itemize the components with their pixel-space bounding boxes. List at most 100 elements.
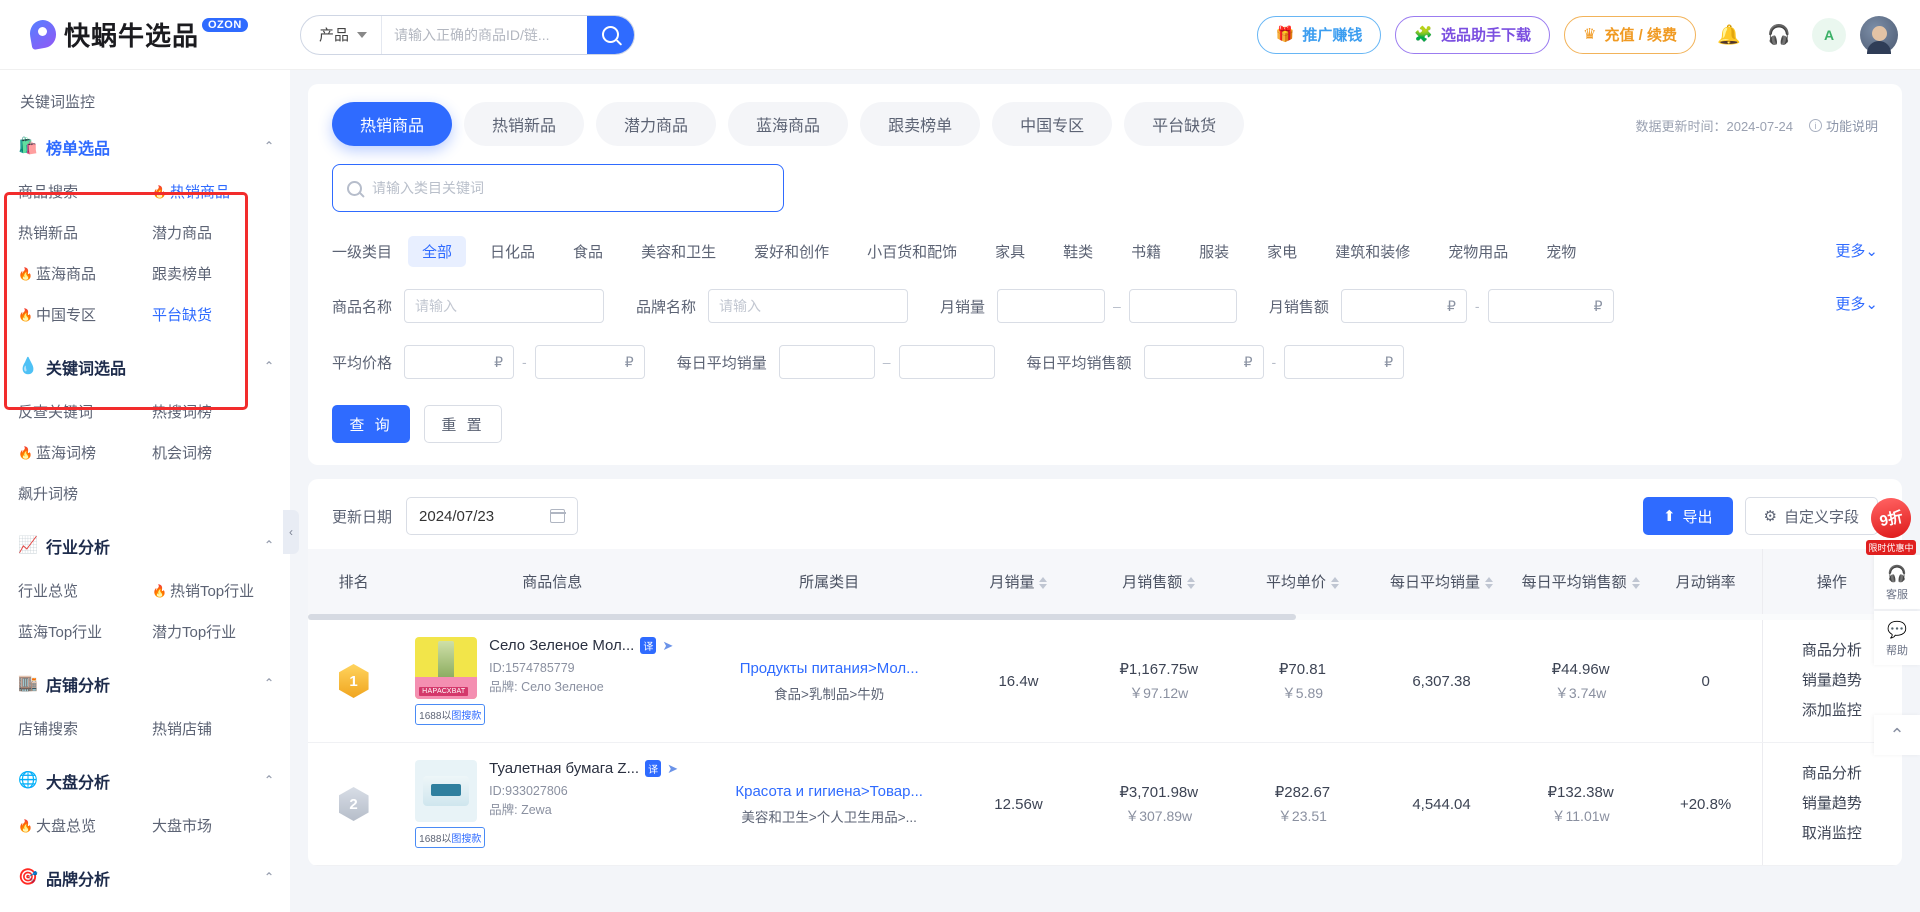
sidebar-item-hot-search-rank[interactable]: 热搜词榜: [152, 391, 280, 432]
recharge-button[interactable]: ♛ 充值 / 续费: [1564, 15, 1696, 54]
search-input[interactable]: [382, 15, 588, 54]
sort-icon[interactable]: [1485, 577, 1494, 590]
monthly-sales-max-input[interactable]: [1139, 290, 1226, 322]
sidebar-item-market-board[interactable]: 大盘市场: [152, 805, 280, 846]
sidebar-item-potential-products[interactable]: 潜力商品: [152, 212, 280, 253]
sort-icon[interactable]: [1039, 577, 1048, 590]
brand-name-input[interactable]: [719, 290, 898, 322]
tab-china-zone[interactable]: 中国专区: [992, 102, 1113, 146]
sidebar-item-potential-top-industry[interactable]: 潜力Top行业: [152, 611, 280, 652]
sidebar-item-market-overview[interactable]: 🔥 大盘总览: [18, 805, 146, 846]
sidebar-group-keyword-selection[interactable]: 💧 关键词选品 ⌃: [0, 343, 290, 391]
rail-item-help[interactable]: 💬 帮助: [1874, 611, 1920, 665]
headset-icon[interactable]: 🎧: [1762, 18, 1796, 52]
product-thumbnail[interactable]: НАРАСХВАТ: [415, 637, 478, 699]
sidebar-item-keyword-monitor[interactable]: 关键词监控: [0, 80, 290, 123]
tag-1688-image-search[interactable]: 1688以图搜款: [415, 827, 486, 848]
monthly-revenue-max-input[interactable]: [1498, 290, 1588, 322]
assistant-download-button[interactable]: 🧩 选品助手下载: [1395, 15, 1551, 54]
function-desc-link[interactable]: i 功能说明: [1808, 116, 1878, 135]
category-chip-pets[interactable]: 宠物: [1532, 236, 1590, 267]
category-chip-daily-chemicals[interactable]: 日化品: [476, 236, 549, 267]
search-type-select[interactable]: 产品: [301, 15, 383, 54]
category-chip-hobby-creation[interactable]: 爱好和创作: [740, 236, 843, 267]
tab-follow-sell-rank[interactable]: 跟卖榜单: [860, 102, 981, 146]
translate-badge[interactable]: 译: [645, 760, 662, 777]
sidebar-item-opportunity-word-rank[interactable]: 机会词榜: [152, 432, 280, 473]
promo-discount-badge[interactable]: 9折 限时优惠中: [1864, 494, 1918, 556]
tab-hot-products[interactable]: 热销商品: [332, 102, 453, 146]
chevron-up-icon[interactable]: ⌃: [264, 359, 274, 373]
sort-icon[interactable]: [1187, 577, 1196, 590]
category-chip-books[interactable]: 书籍: [1117, 236, 1175, 267]
back-to-top-button[interactable]: ⌃: [1874, 715, 1920, 755]
category-chip-appliances[interactable]: 家电: [1253, 236, 1311, 267]
category-keyword-input[interactable]: [372, 180, 769, 196]
col-monthly-revenue[interactable]: 月销售额: [1083, 549, 1234, 614]
col-daily-avg-revenue[interactable]: 每日平均销售额: [1511, 549, 1650, 614]
chevron-up-icon[interactable]: ⌃: [264, 139, 274, 153]
action-product-analysis[interactable]: 商品分析: [1768, 759, 1896, 789]
tab-potential-products[interactable]: 潜力商品: [596, 102, 717, 146]
chevron-up-icon[interactable]: ⌃: [264, 538, 274, 552]
export-button[interactable]: ⬆ 导出: [1642, 497, 1733, 535]
send-icon[interactable]: ➤: [667, 761, 678, 777]
monthly-revenue-min-input[interactable]: [1351, 290, 1441, 322]
chevron-up-icon[interactable]: ⌃: [264, 870, 274, 884]
category-chip-furniture[interactable]: 家具: [981, 236, 1039, 267]
table-row[interactable]: 1 НАРАСХВАТ 1688以图搜款 Село Зеленое Мол...…: [308, 620, 1902, 743]
category-main[interactable]: Продукты питания>Мол...: [711, 660, 947, 677]
send-icon[interactable]: ➤: [662, 638, 673, 654]
chevron-up-icon[interactable]: ⌃: [264, 773, 274, 787]
avg-price-min-input[interactable]: [415, 346, 489, 378]
sidebar-item-rising-word-rank[interactable]: 飙升词榜: [18, 473, 146, 514]
sidebar-item-follow-sell-rank[interactable]: 跟卖榜单: [152, 253, 280, 294]
category-chip-clothing[interactable]: 服装: [1185, 236, 1243, 267]
update-date-picker[interactable]: 2024/07/23: [406, 497, 579, 535]
category-main[interactable]: Красота и гигиена>Товар...: [711, 783, 947, 800]
translate-icon[interactable]: A: [1812, 17, 1846, 52]
category-chip-construction-decoration[interactable]: 建筑和装修: [1321, 236, 1424, 267]
table-row[interactable]: 2 1688以图搜款 Туалетная бумага Z... 译 ➤ ID:…: [308, 742, 1902, 866]
search-submit-button[interactable]: 查 询: [332, 405, 410, 443]
custom-fields-button[interactable]: ⚙ 自定义字段: [1744, 497, 1878, 535]
sidebar-item-china-zone[interactable]: 🔥 中国专区: [18, 294, 146, 335]
product-thumbnail[interactable]: [415, 760, 478, 822]
reset-button[interactable]: 重 置: [424, 405, 502, 443]
sidebar-item-blue-ocean-products[interactable]: 🔥 蓝海商品: [18, 253, 146, 294]
product-title[interactable]: Село Зеленое Мол...: [489, 637, 634, 654]
daily-avg-revenue-max-input[interactable]: [1295, 346, 1379, 378]
action-cancel-monitor[interactable]: 取消监控: [1768, 819, 1896, 849]
tab-hot-new-products[interactable]: 热销新品: [464, 102, 585, 146]
sidebar-group-industry-analysis[interactable]: 📈 行业分析 ⌃: [0, 522, 290, 570]
promote-earn-button[interactable]: 🎁 推广赚钱: [1256, 15, 1382, 54]
tab-platform-out-of-stock[interactable]: 平台缺货: [1124, 102, 1245, 146]
sidebar-group-shop-analysis[interactable]: 🏬 店铺分析 ⌃: [0, 660, 290, 708]
col-monthly-sales[interactable]: 月销量: [953, 549, 1084, 614]
daily-avg-revenue-min-input[interactable]: [1154, 346, 1238, 378]
sidebar-item-blue-ocean-word-rank[interactable]: 🔥 蓝海词榜: [18, 432, 146, 473]
sidebar-group-brand-analysis[interactable]: 🎯 品牌分析 ⌃: [0, 854, 290, 902]
category-more-link[interactable]: 更多⌄: [1835, 240, 1878, 261]
filter-more-link[interactable]: 更多⌄: [1835, 293, 1878, 314]
category-chip-pet-supplies[interactable]: 宠物用品: [1434, 236, 1522, 267]
monthly-sales-min-input[interactable]: [1008, 290, 1095, 322]
action-sales-trend[interactable]: 销量趋势: [1768, 789, 1896, 819]
sidebar-item-hot-shops[interactable]: 热销店铺: [152, 708, 280, 749]
daily-avg-sales-max-input[interactable]: [909, 346, 984, 378]
sidebar-item-industry-overview[interactable]: 行业总览: [18, 570, 146, 611]
sidebar-item-blue-ocean-top-industry[interactable]: 蓝海Top行业: [18, 611, 146, 652]
col-daily-avg-sales[interactable]: 每日平均销量: [1371, 549, 1512, 614]
avatar[interactable]: [1860, 15, 1898, 54]
product-name-input[interactable]: [415, 290, 594, 322]
sidebar-item-platform-out-of-stock[interactable]: 平台缺货: [152, 294, 280, 335]
search-button[interactable]: [587, 15, 634, 54]
bell-icon[interactable]: 🔔: [1712, 18, 1746, 52]
rail-item-support[interactable]: 🎧 客服: [1874, 555, 1920, 609]
sidebar-item-reverse-keyword[interactable]: 反查关键词: [18, 391, 146, 432]
category-chip-beauty-hygiene[interactable]: 美容和卫生: [627, 236, 730, 267]
sidebar-item-hot-top-industry[interactable]: 🔥 热销Top行业: [152, 570, 280, 611]
chevron-up-icon[interactable]: ⌃: [264, 676, 274, 690]
translate-badge[interactable]: 译: [640, 637, 657, 654]
logo[interactable]: 快蜗牛选品 OZON: [18, 16, 290, 53]
